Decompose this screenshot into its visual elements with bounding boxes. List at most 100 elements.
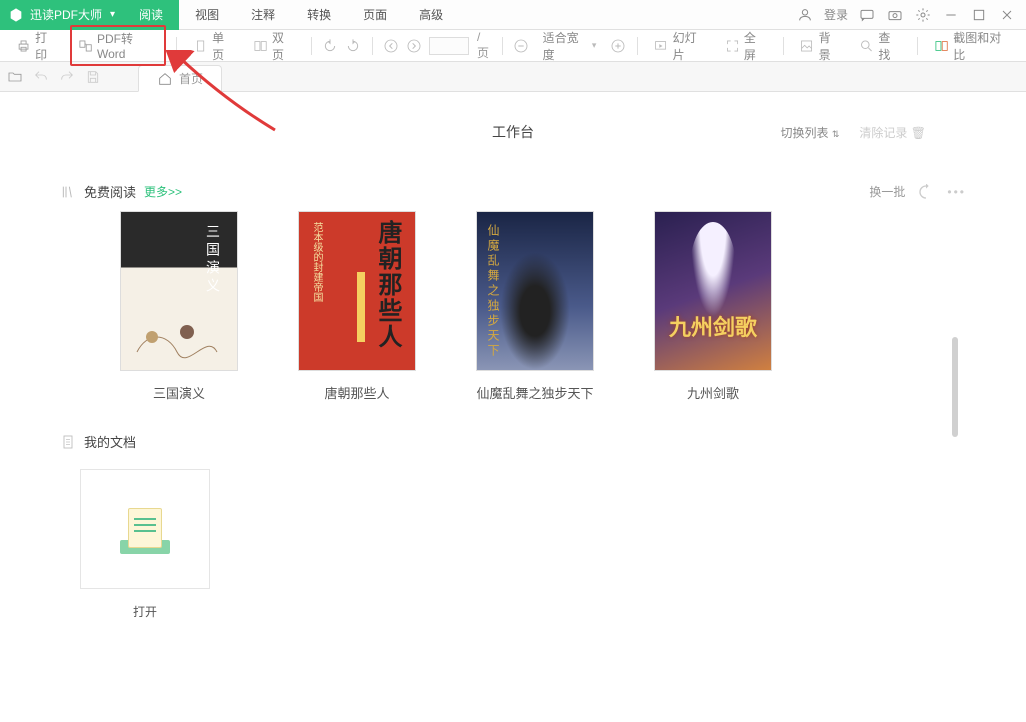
- chevron-down-icon: ⇅: [832, 129, 840, 139]
- refresh-icon[interactable]: [917, 183, 935, 201]
- topbar-right: 登录: [796, 6, 1026, 24]
- slideshow-icon: [653, 38, 668, 54]
- single-page-icon: [193, 38, 208, 54]
- home-header: 工作台 切换列表 ⇅ 清除记录 🗑: [60, 122, 966, 142]
- slideshow-button[interactable]: 幻灯片: [647, 26, 712, 66]
- scrollbar[interactable]: [952, 337, 958, 497]
- book-title: 三国演义: [153, 383, 205, 402]
- free-read-header: 免费阅读 更多>> 换一批 •••: [60, 182, 966, 201]
- book-cover: 唐朝那些人 范本级的封建帝国: [298, 211, 416, 371]
- book-title: 仙魔乱舞之独步天下: [476, 383, 593, 402]
- book-item[interactable]: 九州剑歌 九州剑歌: [654, 211, 772, 402]
- chevron-down-icon: ▾: [592, 40, 597, 51]
- switch-list-button[interactable]: 切换列表 ⇅: [781, 124, 840, 141]
- find-button[interactable]: 查找: [853, 26, 907, 66]
- book-cover-subtitle: 范本级的封建帝国: [309, 222, 324, 302]
- next-page-icon[interactable]: [406, 37, 423, 55]
- screenshot-compare-label: 截图和对比: [953, 29, 1010, 63]
- book-item[interactable]: 仙魔乱舞之独步天下 仙魔乱舞之独步天下: [476, 211, 594, 402]
- book-item[interactable]: 三国演义 三国演义: [120, 211, 238, 402]
- page-total-label: /页: [477, 30, 492, 61]
- pdf-to-word-icon: [78, 38, 93, 54]
- screenshot-icon: [934, 38, 949, 54]
- tab-home-label: 首页: [179, 70, 203, 87]
- more-dots-icon[interactable]: •••: [947, 185, 966, 199]
- tab-home[interactable]: 首页: [138, 65, 222, 92]
- page-title: 工作台: [492, 122, 534, 142]
- screenshot-compare-button[interactable]: 截图和对比: [928, 26, 1016, 66]
- zoom-in-icon[interactable]: [609, 37, 626, 55]
- home-header-right: 切换列表 ⇅ 清除记录 🗑: [781, 124, 927, 141]
- trash-icon: 🗑: [911, 126, 926, 140]
- pdf-to-word-button[interactable]: PDF转Word: [70, 25, 166, 66]
- zoom-select-label: 适合宽度: [543, 29, 588, 63]
- double-page-icon: [253, 38, 268, 54]
- zoom-select[interactable]: 适合宽度 ▾: [536, 26, 604, 66]
- single-page-label: 单页: [212, 29, 235, 63]
- double-page-button[interactable]: 双页: [247, 26, 301, 66]
- find-label: 查找: [878, 29, 901, 63]
- document-icon: [60, 434, 76, 450]
- open-doc-tile[interactable]: [80, 469, 210, 589]
- background-button[interactable]: 背景: [793, 26, 847, 66]
- app-title-text: 迅读PDF大师: [30, 6, 102, 23]
- gear-icon[interactable]: [914, 6, 932, 24]
- chat-icon[interactable]: [858, 6, 876, 24]
- open-doc-label: 打开: [80, 603, 210, 620]
- separator: [783, 37, 784, 55]
- separator: [311, 37, 312, 55]
- background-label: 背景: [819, 29, 842, 63]
- separator: [176, 37, 177, 55]
- close-icon[interactable]: [998, 6, 1016, 24]
- rotate-left-icon[interactable]: [322, 37, 339, 55]
- book-title: 九州剑歌: [687, 383, 739, 402]
- more-link[interactable]: 更多>>: [144, 183, 182, 200]
- home-icon: [157, 71, 173, 87]
- login-text[interactable]: 登录: [824, 6, 848, 23]
- prev-page-icon[interactable]: [383, 37, 400, 55]
- book-cover: 九州剑歌: [654, 211, 772, 371]
- content-area: 工作台 切换列表 ⇅ 清除记录 🗑 免费阅读 更多>> 换一批 •••: [0, 92, 1026, 620]
- slideshow-label: 幻灯片: [673, 29, 707, 63]
- fullscreen-button[interactable]: 全屏: [719, 26, 773, 66]
- free-read-right: 换一批 •••: [869, 183, 966, 201]
- open-folder-icon[interactable]: [6, 68, 24, 86]
- fullscreen-label: 全屏: [744, 29, 767, 63]
- app-dropdown-icon[interactable]: ▾: [110, 9, 115, 20]
- page-number-input[interactable]: [429, 37, 469, 55]
- single-page-button[interactable]: 单页: [187, 26, 241, 66]
- book-title: 唐朝那些人: [324, 383, 389, 402]
- zoom-out-icon[interactable]: [513, 37, 530, 55]
- free-read-title: 免费阅读: [84, 182, 136, 201]
- open-doc-illustration: [120, 504, 170, 554]
- double-page-label: 双页: [272, 29, 295, 63]
- maximize-icon[interactable]: [970, 6, 988, 24]
- undo-icon[interactable]: [32, 68, 50, 86]
- book-cover-text: 三国演义: [203, 224, 223, 296]
- free-read-section: 免费阅读 更多>> 换一批 ••• 三国演义 三国演义 唐朝那些人 范本级的封建…: [60, 182, 966, 402]
- book-item[interactable]: 唐朝那些人 范本级的封建帝国 唐朝那些人: [298, 211, 416, 402]
- book-cover-text: 唐朝那些人: [370, 220, 405, 350]
- book-cover-text: 九州剑歌: [655, 310, 771, 342]
- user-icon[interactable]: [796, 6, 814, 24]
- save-icon[interactable]: [84, 68, 102, 86]
- menu-page[interactable]: 页面: [347, 0, 403, 30]
- separator: [372, 37, 373, 55]
- print-icon: [16, 38, 31, 54]
- menu-advanced[interactable]: 高级: [403, 0, 459, 30]
- rotate-right-icon[interactable]: [345, 37, 362, 55]
- minimize-icon[interactable]: [942, 6, 960, 24]
- my-docs-title: 我的文档: [84, 432, 136, 451]
- scrollbar-thumb[interactable]: [952, 337, 958, 437]
- clear-history-button[interactable]: 清除记录 🗑: [859, 124, 926, 141]
- fullscreen-icon: [725, 38, 740, 54]
- my-docs-section: 我的文档 打开: [60, 432, 966, 620]
- toolbar: 打印 PDF转Word 单页 双页 /页 适合宽度 ▾ 幻灯片 全屏 背景 查找: [0, 30, 1026, 62]
- redo-icon[interactable]: [58, 68, 76, 86]
- print-button[interactable]: 打印: [10, 26, 64, 66]
- book-cover: 三国演义: [120, 211, 238, 371]
- search-icon: [859, 38, 874, 54]
- camera-icon[interactable]: [886, 6, 904, 24]
- my-docs-header: 我的文档: [60, 432, 966, 451]
- refresh-batch-button[interactable]: 换一批: [869, 183, 905, 200]
